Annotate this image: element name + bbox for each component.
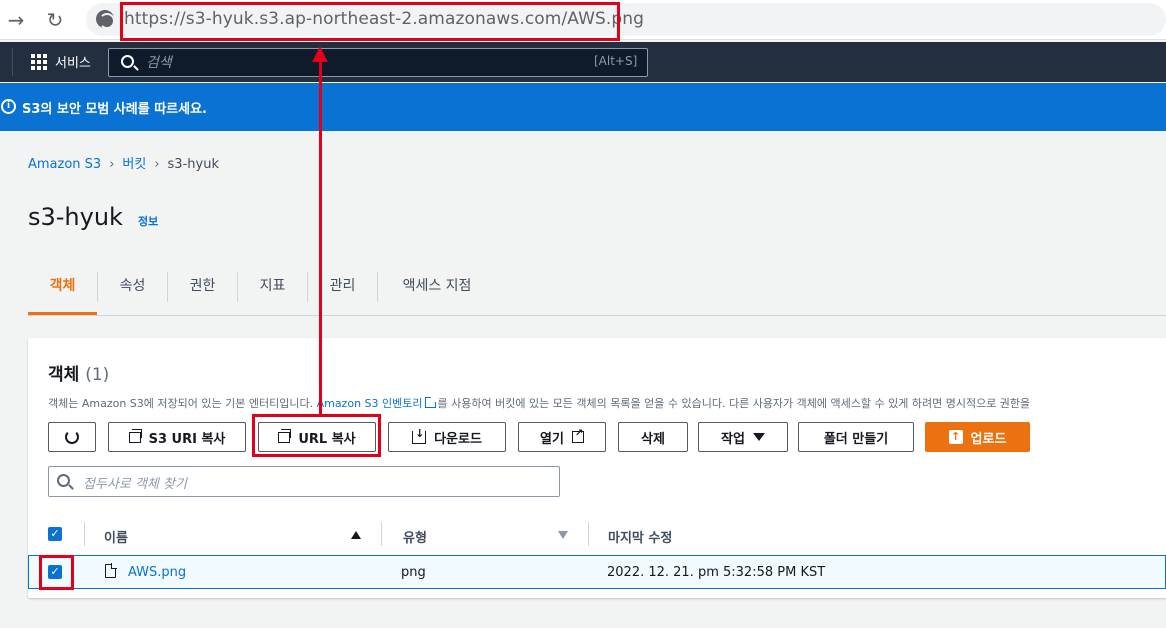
search-icon	[57, 474, 70, 487]
download-icon	[412, 427, 427, 444]
download-label: 다운로드	[434, 431, 482, 447]
create-folder-button[interactable]: 폴더 만들기	[798, 422, 914, 452]
column-header-name[interactable]: 이름	[104, 527, 128, 546]
breadcrumb-amazon-s3[interactable]: Amazon S3	[28, 157, 101, 172]
upload-icon: ↑	[948, 430, 963, 444]
objects-panel-title: 객체 (1)	[48, 360, 109, 385]
column-divider	[84, 522, 85, 546]
column-header-last-modified[interactable]: 마지막 수정	[608, 527, 672, 546]
services-grid-icon[interactable]	[31, 54, 47, 70]
annotation-arrowhead	[312, 46, 328, 62]
delete-label: 삭제	[641, 431, 665, 447]
nav-search-placeholder: 검색	[146, 55, 172, 71]
description-text: 객체는 Amazon S3에 저장되어 있는 기본 엔터티입니다.	[48, 397, 317, 410]
open-button[interactable]: 열기	[518, 422, 606, 452]
column-divider	[588, 522, 589, 546]
breadcrumb: Amazon S3 › 버킷 › s3-hyuk	[28, 153, 219, 172]
copy-s3-uri-label: S3 URI 복사	[148, 431, 226, 447]
inventory-link[interactable]: Amazon S3 인벤토리	[317, 397, 423, 410]
objects-description: 객체는 Amazon S3에 저장되어 있는 기본 엔터티입니다. Amazon…	[48, 395, 1030, 411]
sort-icon[interactable]	[558, 531, 568, 539]
column-divider	[381, 522, 382, 546]
checkbox-highlight-box	[39, 555, 74, 590]
tab-access-points[interactable]: 액세스 지점	[378, 270, 496, 316]
tab-objects[interactable]: 객체	[28, 270, 97, 316]
search-icon	[121, 55, 134, 68]
sort-ascending-icon[interactable]	[351, 531, 361, 539]
object-type: png	[401, 565, 426, 580]
page-title: s3-hyuk	[28, 203, 123, 231]
tabs-divider	[28, 315, 1166, 316]
upload-label: 업로드	[970, 431, 1007, 447]
refresh-icon	[65, 430, 79, 444]
external-link-icon	[571, 428, 584, 443]
table-row[interactable]	[28, 555, 1166, 589]
actions-dropdown[interactable]: 작업	[698, 422, 788, 452]
prefix-search-placeholder: 접두사로 객체 찾기	[83, 477, 187, 492]
upload-button[interactable]: ↑ 업로드	[925, 422, 1030, 452]
nav-divider	[12, 48, 13, 76]
breadcrumb-separator: ›	[154, 157, 160, 172]
nav-search-input[interactable]	[108, 48, 648, 77]
object-last-modified: 2022. 12. 21. pm 5:32:58 PM KST	[607, 565, 826, 580]
breadcrumb-buckets[interactable]: 버킷	[122, 157, 146, 172]
object-name-link[interactable]: AWS.png	[128, 565, 186, 580]
annotation-arrow	[319, 56, 322, 416]
globe-icon	[96, 10, 115, 29]
description-text-after: 를 사용하여 버킷에 있는 모든 객체의 목록을 얻을 수 있습니다. 다른 사…	[437, 397, 1031, 410]
services-button[interactable]: 서비스	[55, 52, 91, 71]
url-highlight-box	[120, 2, 620, 41]
breadcrumb-current: s3-hyuk	[167, 157, 219, 172]
refresh-button[interactable]	[48, 422, 96, 452]
reload-icon[interactable]: ↻	[43, 8, 67, 32]
download-button[interactable]: 다운로드	[388, 422, 506, 452]
tab-properties[interactable]: 속성	[98, 270, 167, 316]
tab-permissions[interactable]: 권한	[168, 270, 237, 316]
copy-s3-uri-button[interactable]: S3 URI 복사	[108, 422, 246, 452]
arrow-right-icon[interactable]: →	[4, 8, 28, 32]
file-icon	[105, 563, 117, 578]
copy-url-highlight-box	[252, 414, 381, 457]
external-link-icon[interactable]	[424, 396, 437, 408]
caret-down-icon	[752, 433, 765, 441]
objects-count: (1)	[85, 365, 110, 385]
select-all-checkbox[interactable]: ✓	[48, 527, 62, 541]
copy-icon	[128, 428, 142, 443]
actions-label: 작업	[721, 431, 745, 447]
tab-metrics[interactable]: 지표	[238, 270, 307, 316]
search-shortcut-hint: [Alt+S]	[594, 54, 638, 68]
breadcrumb-separator: ›	[109, 157, 115, 172]
delete-button[interactable]: 삭제	[618, 422, 688, 452]
flash-message: S3의 보안 모범 사례를 따르세요.	[22, 102, 207, 117]
info-icon: i	[1, 99, 16, 114]
column-header-type[interactable]: 유형	[403, 527, 427, 546]
info-link[interactable]: 정보	[138, 213, 158, 229]
objects-title-text: 객체	[48, 365, 80, 385]
open-label: 열기	[540, 431, 564, 447]
create-folder-label: 폴더 만들기	[823, 431, 889, 447]
